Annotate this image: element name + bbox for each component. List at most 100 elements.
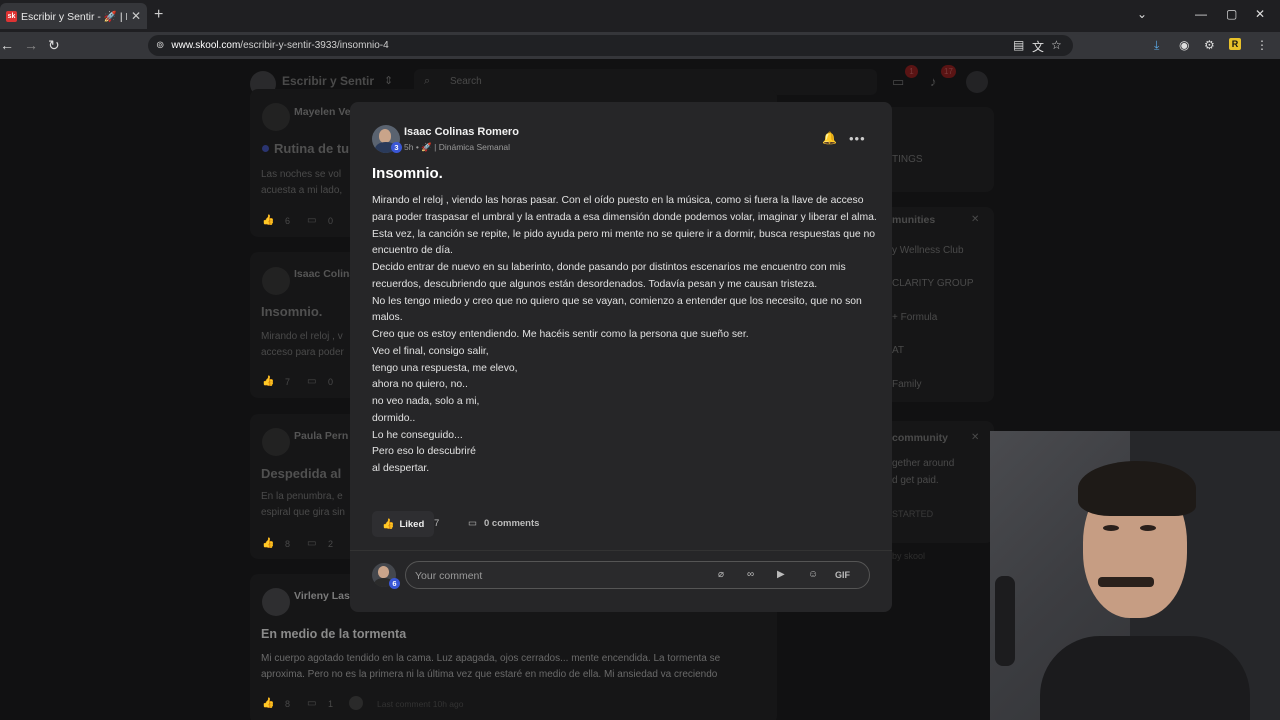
comment-input[interactable]: Your comment ⌀ ∞ ▶ ☺ GIF [405, 561, 870, 589]
comment-icon[interactable]: ▭ [307, 698, 316, 709]
skool-page: Escribir y Sentir ⇕ ⌕ Search ▭ 1 ♪ 17 Ma… [0, 59, 1280, 720]
like-count: 7 [285, 377, 291, 387]
group-name[interactable]: Escribir y Sentir [282, 74, 374, 88]
bookmark-star-icon[interactable]: ☆ [1051, 38, 1062, 52]
emoji-icon[interactable]: ☺ [808, 569, 818, 580]
last-comment-time: Last comment 10h ago [377, 699, 464, 709]
post-meta: 5h • 🚀 | Dinámica Semanal [404, 142, 511, 152]
post-title[interactable]: Despedida al [261, 466, 341, 481]
bell-icon[interactable]: 🔔 [822, 131, 837, 145]
post-title[interactable]: Rutina de tu [274, 141, 349, 156]
close-icon[interactable]: ✕ [971, 432, 979, 443]
forward-icon[interactable]: → [24, 37, 38, 53]
liked-label: Liked [399, 518, 425, 530]
post-author[interactable]: Paula Pern [294, 430, 348, 442]
comment-icon[interactable]: ▭ [307, 538, 316, 549]
post-paragraph: Mirando el reloj , viendo las horas pasa… [372, 195, 877, 223]
video-icon[interactable]: ▶ [777, 569, 785, 580]
community-item[interactable]: y Wellness Club [892, 245, 964, 256]
post-paragraph: Pero eso lo descubriré [372, 446, 476, 458]
browser-tab-strip: sk Escribir y Sentir - 🚀 | Dinámica ✕ + … [0, 0, 1280, 32]
comments-count[interactable]: ▭ 0 comments [468, 518, 539, 529]
notifications-icon[interactable]: ♪ [930, 74, 937, 89]
post-paragraph: tengo una respuesta, me elevo, [372, 362, 518, 374]
tab-list-chevron-icon[interactable]: ⌄ [1137, 7, 1147, 21]
more-options-icon[interactable]: ••• [849, 131, 866, 146]
liked-button[interactable]: 👍 Liked [372, 511, 435, 537]
like-icon[interactable]: 👍 [262, 698, 274, 709]
post-author[interactable]: Isaac Colinas Romero [404, 126, 519, 138]
community-item[interactable]: + Formula [892, 312, 937, 323]
maximize-icon[interactable]: ▢ [1226, 7, 1237, 21]
post-excerpt: Mirando el reloj , v [261, 331, 343, 342]
like-count[interactable]: 7 [434, 518, 439, 529]
comment-icon[interactable]: ▭ [307, 215, 316, 226]
extension-clock-icon[interactable]: ◉ [1179, 38, 1189, 52]
reload-icon[interactable]: ↻ [48, 37, 60, 54]
extension-r-icon[interactable]: R [1229, 38, 1241, 50]
browser-toolbar: ← → ↻ ⊚ www.skool.com/escribir-y-sentir-… [0, 32, 1280, 59]
post-title[interactable]: Insomnio. [261, 304, 322, 319]
get-started-button[interactable]: STARTED [892, 509, 933, 519]
post-author[interactable]: Isaac Colina [294, 268, 355, 280]
minimize-icon[interactable]: — [1195, 7, 1207, 21]
post-modal: 3 Isaac Colinas Romero 5h • 🚀 | Dinámica… [350, 102, 892, 612]
post-paragraph: ahora no quiero, no.. [372, 379, 468, 391]
gif-button[interactable]: GIF [835, 570, 850, 580]
back-icon[interactable]: ← [0, 37, 14, 53]
url-path: /escribir-y-sentir-3933/insomnio-4 [240, 40, 389, 51]
person-hair [1078, 461, 1196, 516]
avatar [262, 428, 290, 456]
post-author[interactable]: Mayelen Ve [294, 106, 351, 118]
post-paragraph: dormido.. [372, 412, 416, 424]
post-title[interactable]: En medio de la tormenta [261, 627, 406, 641]
link-icon[interactable]: ∞ [747, 569, 754, 580]
like-icon[interactable]: 👍 [262, 376, 274, 387]
powered-by-skool[interactable]: by skool [892, 551, 925, 561]
address-bar[interactable]: ⊚ www.skool.com/escribir-y-sentir-3933/i… [148, 35, 1073, 56]
post-paragraph: No les tengo miedo y creo que no quiero … [372, 295, 862, 324]
chat-icon[interactable]: ▭ [892, 74, 904, 90]
thumbs-up-icon: 👍 [382, 518, 395, 530]
post-paragraph: no veo nada, solo a mi, [372, 396, 480, 407]
community-item[interactable]: Family [892, 379, 921, 390]
close-window-icon[interactable]: ✕ [1255, 7, 1265, 21]
settings-label[interactable]: TINGS [892, 154, 923, 165]
group-switch-chevron-icon[interactable]: ⇕ [384, 74, 393, 87]
comment-icon[interactable]: ▭ [307, 376, 316, 387]
post-paragraph: Veo el final, consigo salir, [372, 345, 489, 357]
post-category[interactable]: | Dinámica Semanal [434, 142, 510, 152]
community-item[interactable]: CLARITY GROUP [892, 278, 974, 289]
extensions-puzzle-icon[interactable]: ⚙ [1204, 38, 1215, 52]
post-body: Mirando el reloj , viendo las horas pasa… [372, 193, 877, 478]
browser-menu-icon[interactable]: ⋮ [1256, 38, 1268, 52]
avatar [262, 103, 290, 131]
like-icon[interactable]: 👍 [262, 538, 274, 549]
comment-count: 0 [328, 377, 334, 387]
download-icon[interactable]: ⤓ [1154, 38, 1159, 53]
post-paragraph: Decido entrar de nuevo en su laberinto, … [372, 262, 846, 290]
reader-mode-icon[interactable]: ▤ [1013, 38, 1024, 52]
webcam-overlay [990, 431, 1280, 720]
attach-icon[interactable]: ⌀ [718, 569, 724, 580]
translate-icon[interactable]: 文 [1032, 38, 1044, 55]
post-excerpt: Mi cuerpo agotado tendido en la cama. Lu… [261, 653, 721, 664]
post-excerpt: acuesta a mi lado, [261, 185, 343, 196]
site-info-icon[interactable]: ⊚ [156, 40, 164, 51]
post-excerpt: Las noches se vol [261, 169, 342, 180]
comment-icon: ▭ [468, 518, 477, 529]
like-count: 6 [285, 216, 291, 226]
community-item[interactable]: AT [892, 345, 904, 356]
post-excerpt: acceso para poder [261, 347, 344, 358]
new-tab-icon[interactable]: + [154, 6, 163, 24]
headphones [995, 576, 1015, 666]
post-author[interactable]: Virleny Lass [294, 590, 356, 602]
person-mustache [1098, 577, 1154, 587]
user-avatar[interactable] [966, 71, 988, 93]
browser-tab[interactable]: sk Escribir y Sentir - 🚀 | Dinámica ✕ [0, 3, 147, 29]
close-tab-icon[interactable]: ✕ [131, 9, 141, 23]
avatar [262, 588, 290, 616]
search-icon: ⌕ [424, 75, 431, 87]
like-icon[interactable]: 👍 [262, 215, 274, 226]
close-icon[interactable]: ✕ [971, 214, 979, 225]
